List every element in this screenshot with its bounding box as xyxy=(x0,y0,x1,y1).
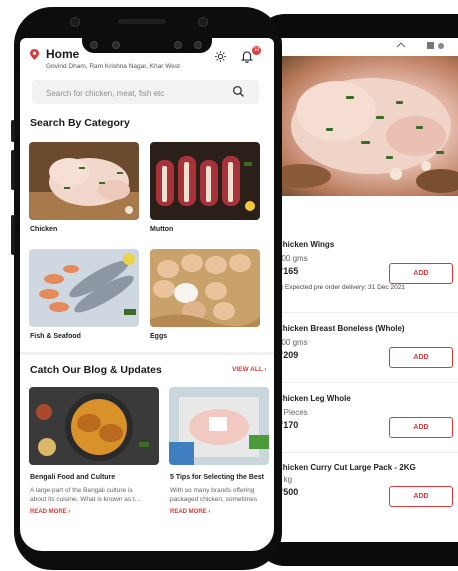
page-title[interactable]: Home xyxy=(46,47,79,61)
product-item: Chicken Curry Cut Large Pack - 2KG 2 kg … xyxy=(277,463,453,507)
category-label[interactable]: Chicken xyxy=(30,226,57,233)
add-button[interactable]: ADD xyxy=(389,486,453,507)
product-item: Chicken Breast Boneless (Whole) 500 gms … xyxy=(277,324,453,368)
notification-badge: 10 xyxy=(252,46,261,55)
add-button[interactable]: ADD xyxy=(389,263,453,284)
product-name: Chicken Wings xyxy=(277,240,335,249)
category-chicken-image[interactable] xyxy=(29,142,139,220)
product-divider xyxy=(276,312,458,313)
preorder-note: ▣ Expected pre order delivery: 31 Dec 20… xyxy=(277,283,447,291)
chevron-right-icon: › xyxy=(68,509,71,515)
product-item: Chicken Wings 500 gms ₹165 ADD ▣ Expecte… xyxy=(277,240,453,291)
blog-excerpt: packaged chicken, sometimes xyxy=(170,496,258,503)
speaker-grille xyxy=(118,19,166,24)
preorder-note-text: Expected pre order delivery: 31 Dec 2021 xyxy=(284,284,405,291)
read-more-label: READ MORE xyxy=(30,509,67,515)
volume-button xyxy=(11,120,15,142)
add-button[interactable]: ADD xyxy=(389,347,453,368)
product-name: Chicken Leg Whole xyxy=(277,394,351,403)
volume-button xyxy=(11,215,15,255)
product-weight: 500 gms xyxy=(277,338,308,347)
blog-excerpt: With so many brands offering xyxy=(170,487,255,494)
category-label[interactable]: Fish & Seafood xyxy=(30,333,81,340)
product-name: Chicken Curry Cut Large Pack - 2KG xyxy=(277,463,416,472)
category-label[interactable]: Mutton xyxy=(150,226,173,233)
view-all-link[interactable]: VIEW ALL › xyxy=(232,366,267,373)
category-label[interactable]: Eggs xyxy=(150,333,167,340)
product-divider xyxy=(276,382,458,383)
volume-button xyxy=(11,150,15,190)
blog-bengali-food-image[interactable] xyxy=(29,387,159,465)
gear-icon[interactable] xyxy=(214,50,227,63)
blog-excerpt: A large part of the Bengali culture is xyxy=(30,487,133,494)
product-item: Chicken Leg Whole 2 Pieces ₹170 ADD xyxy=(277,394,453,438)
section-title: Search By Category xyxy=(30,117,130,129)
section-divider xyxy=(20,352,274,355)
product-weight: 500 gms xyxy=(277,254,308,263)
search-input[interactable] xyxy=(44,85,228,101)
chevron-right-icon: › xyxy=(208,509,211,515)
search-bar[interactable] xyxy=(32,80,259,104)
front-camera xyxy=(70,17,80,27)
category-eggs-image[interactable] xyxy=(150,249,260,327)
location-pin-icon xyxy=(30,49,39,60)
search-icon[interactable] xyxy=(232,85,245,98)
product-name: Chicken Breast Boneless (Whole) xyxy=(277,324,405,333)
product-weight: 2 kg xyxy=(277,475,293,484)
blog-chicken-tips-image[interactable] xyxy=(169,387,269,465)
section-title: Catch Our Blog & Updates xyxy=(30,364,162,376)
whole-chicken-image xyxy=(271,56,458,196)
view-all-label: VIEW ALL xyxy=(232,366,263,373)
category-mutton-image[interactable] xyxy=(150,142,260,220)
chevron-right-icon: › xyxy=(264,366,267,373)
read-more-link[interactable]: READ MORE › xyxy=(30,509,70,515)
category-fish-image[interactable] xyxy=(29,249,139,327)
read-more-link[interactable]: READ MORE › xyxy=(170,509,210,515)
blog-title[interactable]: 5 Tips for Selecting the Best xyxy=(170,474,264,481)
screen-notch xyxy=(82,35,212,53)
sensor-dot xyxy=(198,17,208,27)
read-more-label: READ MORE xyxy=(170,509,207,515)
add-button[interactable]: ADD xyxy=(389,417,453,438)
delivery-address[interactable]: Govind Dham, Ram Krishna Nagar, Khar Wes… xyxy=(46,63,180,70)
blog-title[interactable]: Bengali Food and Culture xyxy=(30,474,115,481)
back-status-icons xyxy=(395,41,445,54)
product-weight: 2 Pieces xyxy=(277,408,308,417)
product-divider xyxy=(276,452,458,453)
blog-excerpt: about its cuisine. What is known as t... xyxy=(30,496,141,503)
